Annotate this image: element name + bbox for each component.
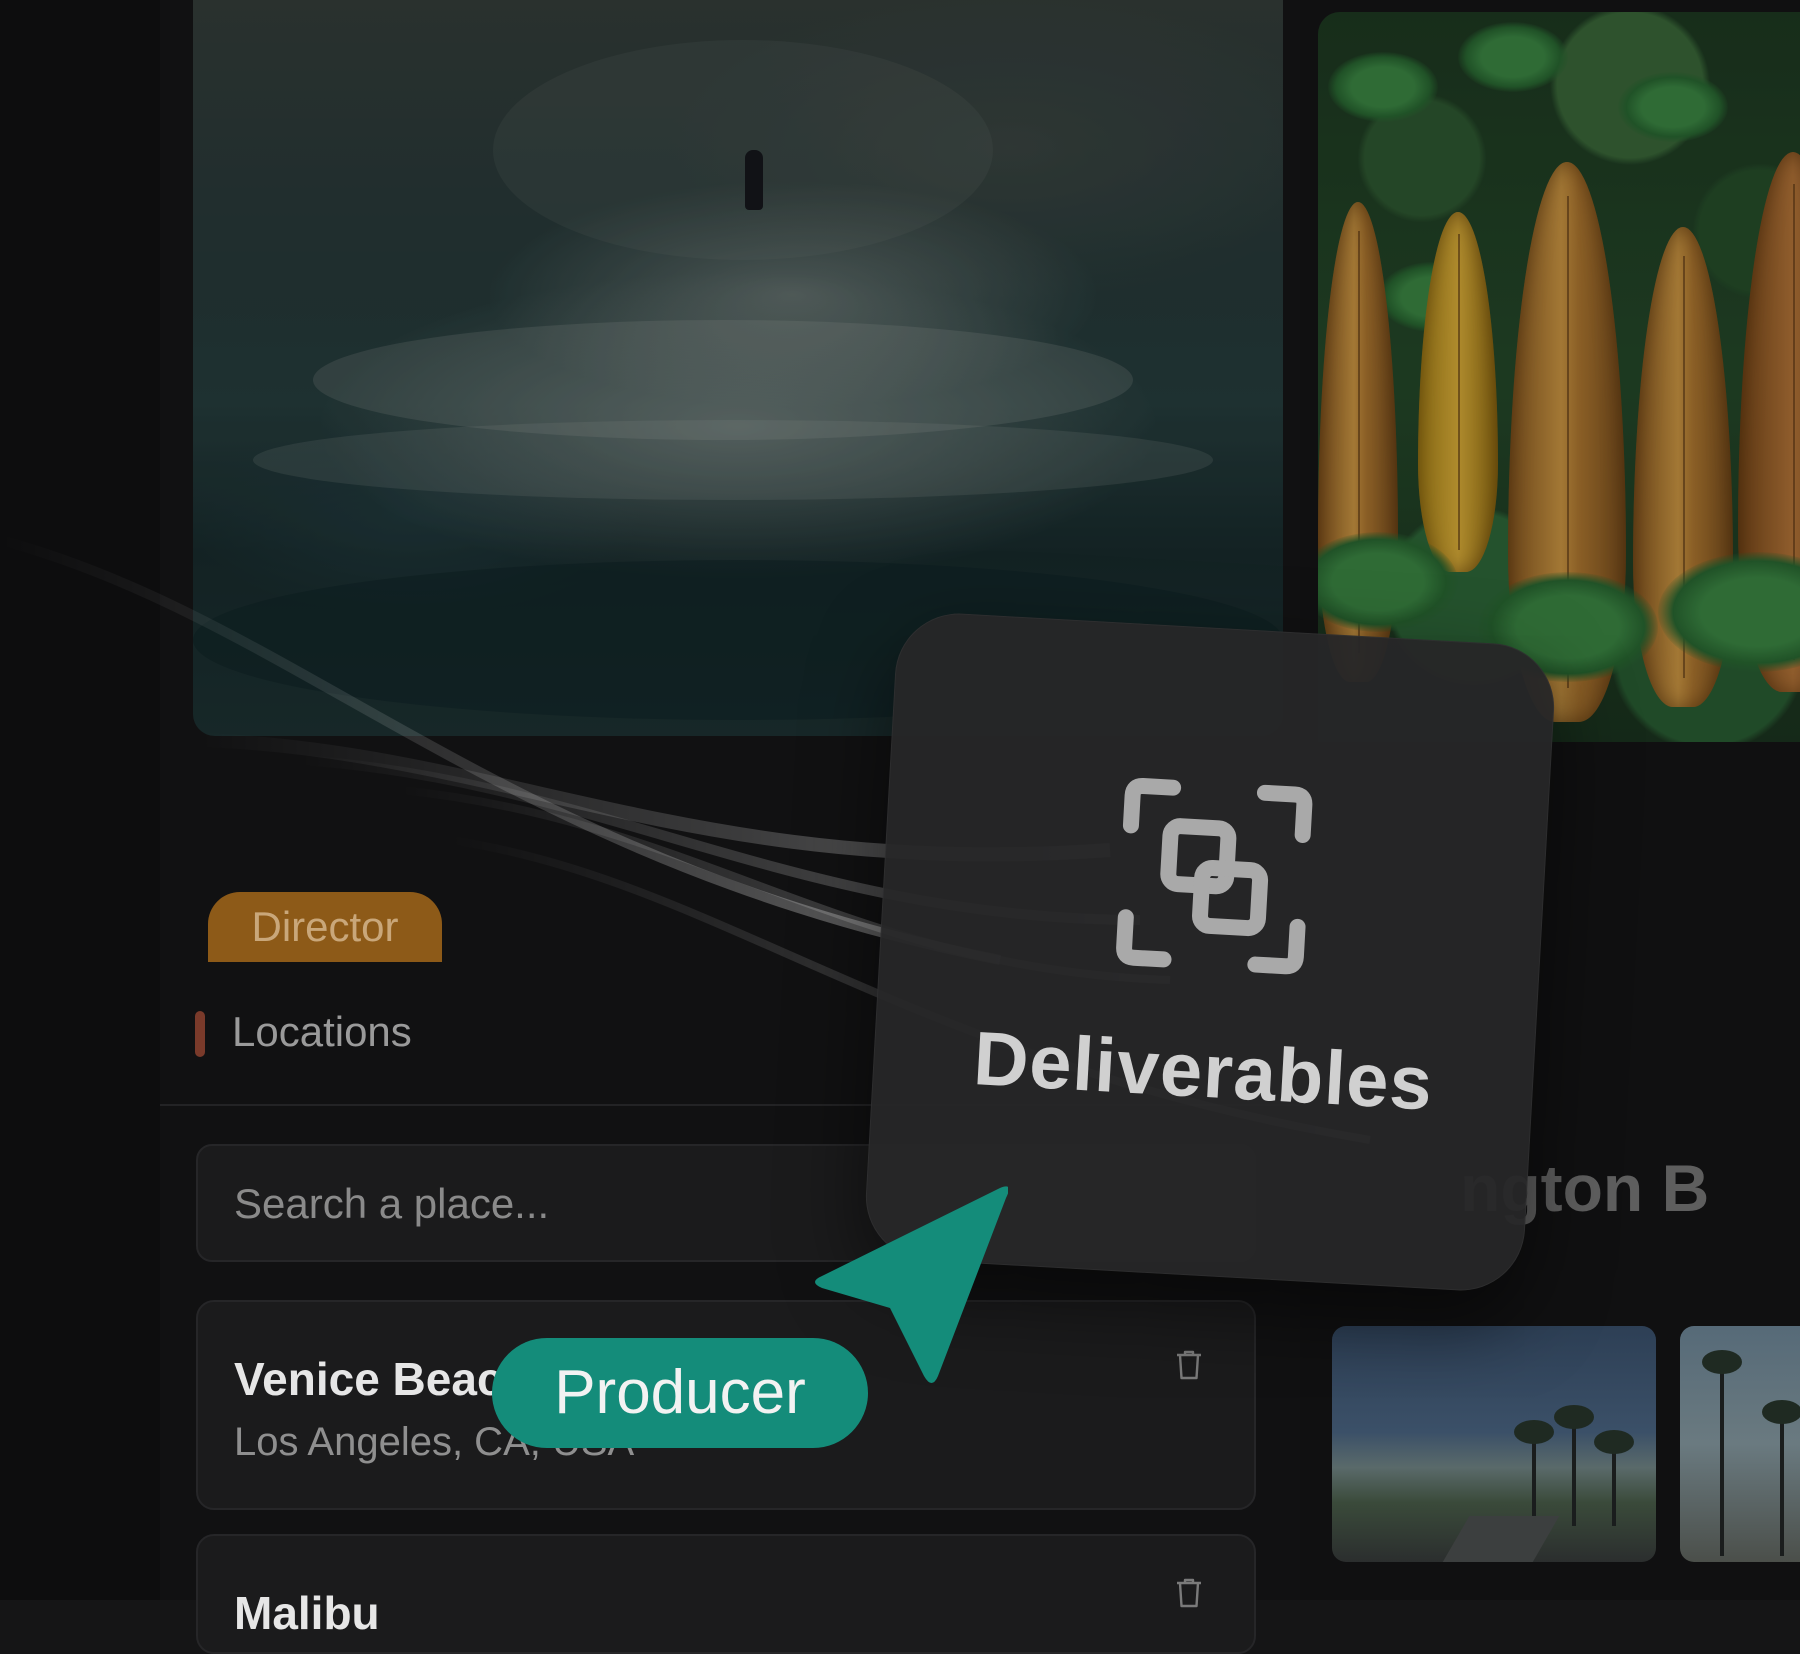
surfer-figure: [745, 150, 763, 210]
location-photo-thumbnail[interactable]: [1680, 1326, 1800, 1562]
bounding-box-icon: [1116, 778, 1313, 975]
hero-photo-surfboards: [1318, 12, 1800, 742]
location-photo-thumbnail[interactable]: [1332, 1326, 1656, 1562]
location-name: Venice Beach: [234, 1353, 531, 1405]
deliverables-label: Deliverables: [971, 1016, 1436, 1127]
location-card[interactable]: Malibu: [196, 1534, 1256, 1654]
location-name: Malibu: [234, 1587, 380, 1639]
trash-icon[interactable]: [1176, 1578, 1202, 1608]
section-marker: [195, 1011, 205, 1057]
trash-icon[interactable]: [1176, 1350, 1202, 1380]
director-tag: Director: [208, 892, 442, 962]
producer-tag: Producer: [492, 1338, 868, 1448]
left-rail: [0, 0, 160, 1600]
locations-section-label[interactable]: Locations: [232, 1008, 412, 1056]
